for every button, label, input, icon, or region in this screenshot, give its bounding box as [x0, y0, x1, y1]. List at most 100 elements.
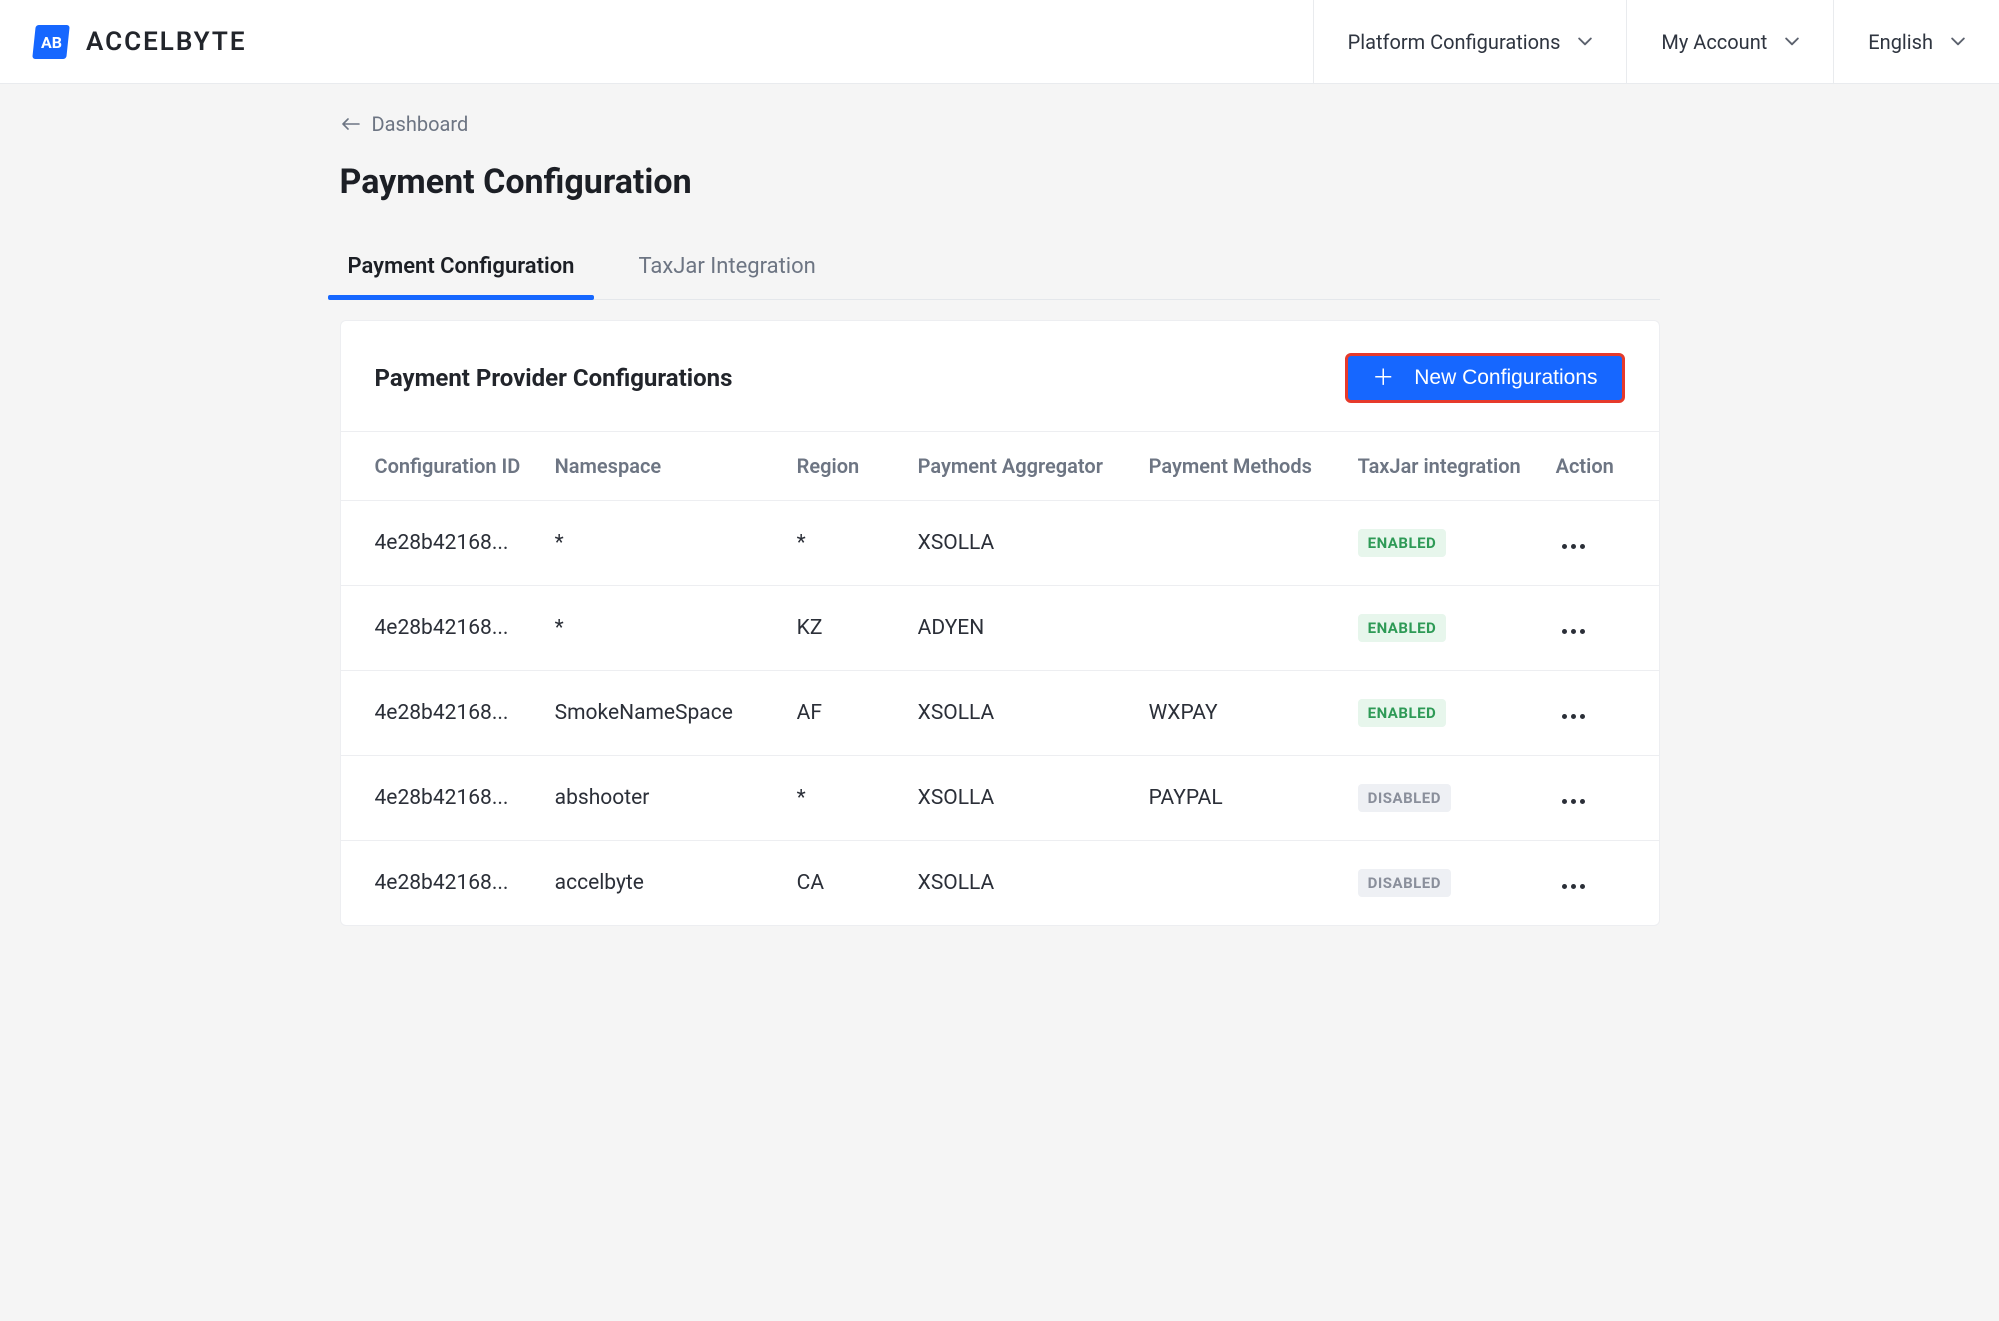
cell-region: *: [783, 756, 904, 841]
cell-action: [1542, 501, 1659, 586]
cell-namespace: abshooter: [541, 756, 783, 841]
row-action-menu[interactable]: [1556, 793, 1591, 810]
dots-icon: [1571, 629, 1576, 634]
new-configurations-button[interactable]: ＋ New Configurations: [1345, 353, 1624, 403]
cell-aggregator: XSOLLA: [904, 841, 1135, 926]
col-header-action: Action: [1542, 432, 1659, 501]
cell-region: AF: [783, 671, 904, 756]
cell-taxjar: DISABLED: [1344, 756, 1542, 841]
card-header: Payment Provider Configurations ＋ New Co…: [341, 321, 1659, 432]
tab-label: Payment Configuration: [348, 254, 575, 279]
tab-taxjar-integration[interactable]: TaxJar Integration: [630, 240, 823, 299]
cell-action: [1542, 841, 1659, 926]
status-badge: DISABLED: [1358, 869, 1451, 897]
dots-icon: [1571, 884, 1576, 889]
col-header-region: Region: [783, 432, 904, 501]
cell-namespace: *: [541, 586, 783, 671]
status-badge: ENABLED: [1358, 614, 1447, 642]
table-row: 4e28b42168...*KZADYEN ENABLED: [341, 586, 1659, 671]
col-header-payment-aggregator: Payment Aggregator: [904, 432, 1135, 501]
cell-methods: WXPAY: [1135, 671, 1344, 756]
dots-icon: [1580, 714, 1585, 719]
dots-icon: [1562, 544, 1567, 549]
table-row: 4e28b42168...abshooter*XSOLLAPAYPAL DISAB…: [341, 756, 1659, 841]
card-title: Payment Provider Configurations: [375, 364, 733, 392]
top-menu-my-account[interactable]: My Account: [1626, 0, 1833, 83]
cell-methods: [1135, 586, 1344, 671]
breadcrumb-label: Dashboard: [372, 112, 469, 136]
top-menu-label: Platform Configurations: [1348, 30, 1561, 54]
row-action-menu[interactable]: [1556, 623, 1591, 640]
brand-name: ACCELBYTE: [86, 27, 247, 57]
top-menu-language[interactable]: English: [1833, 0, 1999, 83]
tab-label: TaxJar Integration: [638, 254, 815, 279]
button-label: New Configurations: [1414, 366, 1597, 390]
cell-taxjar: ENABLED: [1344, 586, 1542, 671]
breadcrumb-dashboard[interactable]: Dashboard: [340, 106, 471, 142]
dots-icon: [1580, 544, 1585, 549]
row-action-menu[interactable]: [1556, 878, 1591, 895]
page-title: Payment Configuration: [340, 162, 1660, 202]
cell-taxjar: ENABLED: [1344, 501, 1542, 586]
cell-namespace: SmokeNameSpace: [541, 671, 783, 756]
cell-methods: [1135, 841, 1344, 926]
cell-methods: PAYPAL: [1135, 756, 1344, 841]
col-header-namespace: Namespace: [541, 432, 783, 501]
table-row: 4e28b42168...**XSOLLAENABLED: [341, 501, 1659, 586]
cell-region: *: [783, 501, 904, 586]
brand[interactable]: AB ACCELBYTE: [0, 0, 281, 83]
chevron-down-icon: [1785, 35, 1799, 49]
topbar-spacer: [281, 0, 1313, 83]
cell-namespace: *: [541, 501, 783, 586]
status-badge: DISABLED: [1358, 784, 1451, 812]
cell-action: [1542, 756, 1659, 841]
cell-action: [1542, 586, 1659, 671]
row-action-menu[interactable]: [1556, 538, 1591, 555]
cell-aggregator: XSOLLA: [904, 671, 1135, 756]
dots-icon: [1562, 714, 1567, 719]
cell-namespace: accelbyte: [541, 841, 783, 926]
cell-config-id: 4e28b42168...: [341, 841, 541, 926]
top-menu-label: My Account: [1661, 30, 1767, 54]
dots-icon: [1580, 629, 1585, 634]
top-menu: Platform Configurations My Account Engli…: [1313, 0, 1999, 83]
cell-action: [1542, 671, 1659, 756]
dots-icon: [1571, 544, 1576, 549]
arrow-left-icon: [342, 117, 360, 131]
dots-icon: [1562, 629, 1567, 634]
plus-icon: ＋: [1372, 367, 1394, 389]
provider-config-table: Configuration ID Namespace Region Paymen…: [341, 432, 1659, 925]
cell-taxjar: ENABLED: [1344, 671, 1542, 756]
dots-icon: [1571, 714, 1576, 719]
col-header-payment-methods: Payment Methods: [1135, 432, 1344, 501]
col-header-configuration-id: Configuration ID: [341, 432, 541, 501]
table-row: 4e28b42168...SmokeNameSpaceAFXSOLLAWXPAY…: [341, 671, 1659, 756]
dots-icon: [1580, 884, 1585, 889]
dots-icon: [1562, 884, 1567, 889]
cell-config-id: 4e28b42168...: [341, 501, 541, 586]
cell-aggregator: ADYEN: [904, 586, 1135, 671]
cell-config-id: 4e28b42168...: [341, 756, 541, 841]
chevron-down-icon: [1951, 35, 1965, 49]
chevron-down-icon: [1578, 35, 1592, 49]
top-menu-label: English: [1868, 30, 1933, 54]
table-header-row: Configuration ID Namespace Region Paymen…: [341, 432, 1659, 501]
dots-icon: [1571, 799, 1576, 804]
tab-payment-configuration[interactable]: Payment Configuration: [340, 240, 583, 299]
table-row: 4e28b42168...accelbyteCAXSOLLA DISABLED: [341, 841, 1659, 926]
page: Dashboard Payment Configuration Payment …: [340, 84, 1660, 986]
status-badge: ENABLED: [1358, 699, 1447, 727]
row-action-menu[interactable]: [1556, 708, 1591, 725]
col-header-taxjar-integration: TaxJar integration: [1344, 432, 1542, 501]
cell-region: KZ: [783, 586, 904, 671]
cell-aggregator: XSOLLA: [904, 501, 1135, 586]
cell-config-id: 4e28b42168...: [341, 671, 541, 756]
cell-config-id: 4e28b42168...: [341, 586, 541, 671]
dots-icon: [1562, 799, 1567, 804]
topbar: AB ACCELBYTE Platform Configurations My …: [0, 0, 1999, 84]
provider-config-card: Payment Provider Configurations ＋ New Co…: [340, 320, 1660, 926]
top-menu-platform-configurations[interactable]: Platform Configurations: [1313, 0, 1627, 83]
cell-methods: [1135, 501, 1344, 586]
cell-aggregator: XSOLLA: [904, 756, 1135, 841]
cell-region: CA: [783, 841, 904, 926]
